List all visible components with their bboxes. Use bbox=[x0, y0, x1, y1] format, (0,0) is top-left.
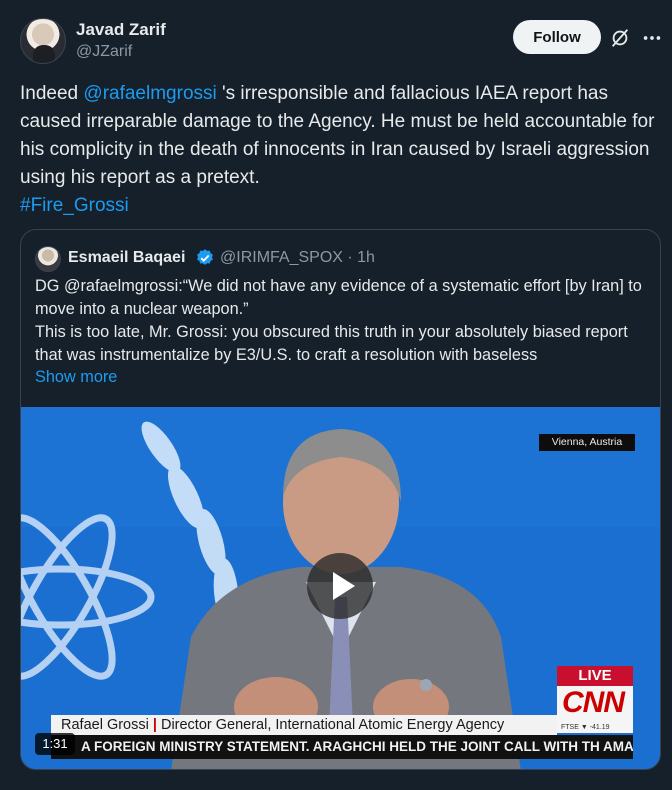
video-player[interactable]: Vienna, Austria LIVE CNN FTSE ▼ -41.19 R… bbox=[21, 407, 660, 769]
quoted-text: DG @rafaelmgrossi:“We did not have any e… bbox=[35, 275, 647, 367]
strap-title: Director General, International Atomic E… bbox=[160, 717, 505, 733]
author-handle[interactable]: @JZarif bbox=[76, 43, 132, 61]
follow-button[interactable]: Follow bbox=[513, 20, 601, 54]
video-duration-badge: 1:31 bbox=[35, 733, 75, 755]
more-options-icon[interactable] bbox=[641, 27, 663, 49]
show-more-link[interactable]: Show more bbox=[35, 368, 117, 387]
post-header: Javad Zarif @JZarif Follow bbox=[20, 18, 663, 68]
quoted-handle-time[interactable]: @IRIMFA_SPOX · 1h bbox=[220, 249, 375, 267]
quoted-text-line: DG @rafaelmgrossi:“We did not have any e… bbox=[35, 277, 642, 318]
network-logo-box: CNN bbox=[557, 686, 633, 722]
quoted-author-name[interactable]: Esmaeil Baqaei bbox=[68, 249, 185, 267]
play-button[interactable] bbox=[307, 553, 373, 619]
lower-third-strap: Rafael Grossi | Director General, Intern… bbox=[51, 715, 557, 735]
verified-badge-icon bbox=[197, 249, 213, 265]
author-avatar[interactable] bbox=[20, 18, 66, 64]
quoted-text-line: This is too late, Mr. Grossi: you obscur… bbox=[35, 323, 628, 364]
mention-link[interactable]: @rafaelmgrossi bbox=[83, 83, 216, 104]
dateline-caption: Vienna, Austria bbox=[539, 434, 635, 451]
strap-separator: | bbox=[152, 717, 157, 733]
strap-name: Rafael Grossi bbox=[61, 717, 149, 733]
news-crawl: A FOREIGN MINISTRY STATEMENT. ARAGHCHI H… bbox=[51, 735, 633, 759]
live-indicator: LIVE bbox=[557, 666, 633, 686]
post-text: Indeed @rafaelmgrossi 's irresponsible a… bbox=[20, 80, 660, 220]
quoted-header: Esmaeil Baqaei @IRIMFA_SPOX · 1h bbox=[35, 246, 635, 272]
market-ticker: FTSE ▼ -41.19 bbox=[557, 722, 633, 733]
author-name[interactable]: Javad Zarif bbox=[76, 20, 166, 40]
quoted-avatar[interactable] bbox=[35, 246, 61, 272]
hashtag-link[interactable]: #Fire_Grossi bbox=[20, 195, 129, 216]
quoted-post[interactable]: Esmaeil Baqaei @IRIMFA_SPOX · 1h DG @raf… bbox=[20, 229, 661, 770]
grok-icon[interactable] bbox=[609, 27, 631, 49]
post-text-part: Indeed bbox=[20, 83, 84, 104]
cnn-logo: CNN bbox=[562, 686, 625, 719]
play-icon bbox=[333, 572, 355, 600]
